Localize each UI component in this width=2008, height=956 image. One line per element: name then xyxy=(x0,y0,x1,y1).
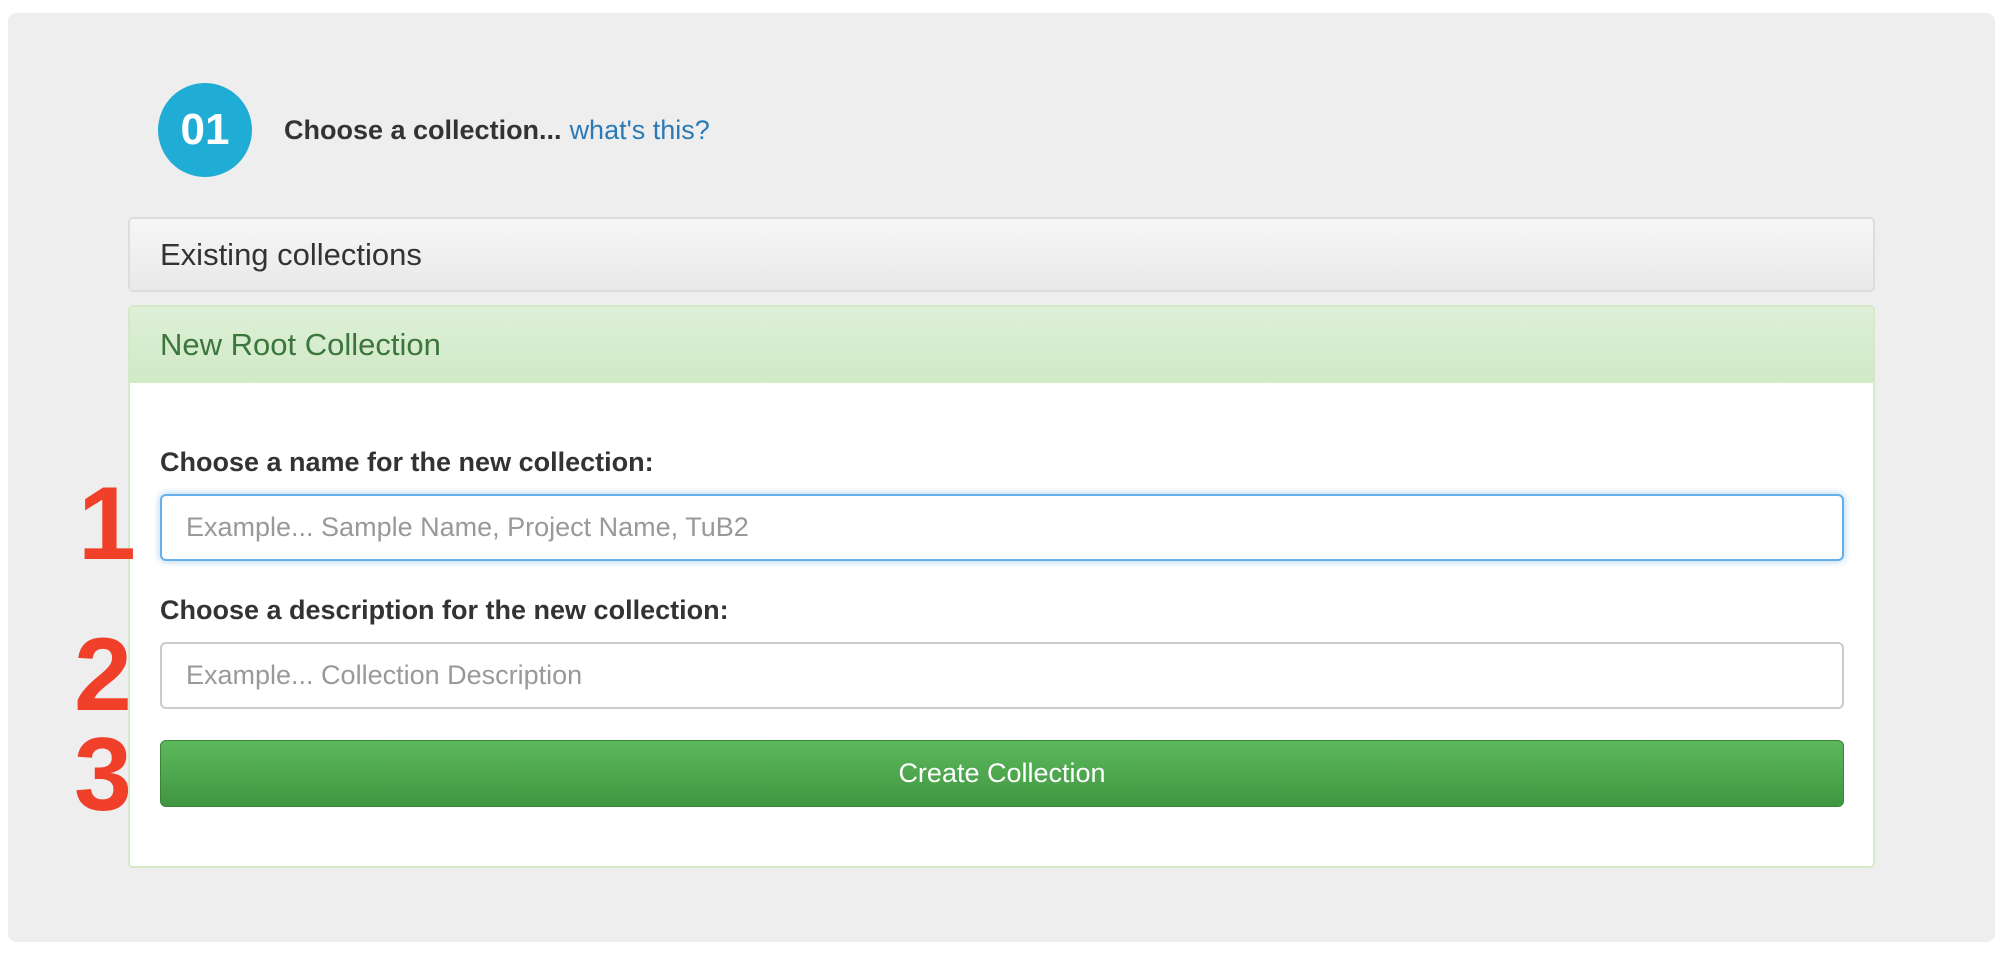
page: 01 Choose a collection... what's this? E… xyxy=(0,0,2008,956)
collection-description-label: Choose a description for the new collect… xyxy=(160,595,729,625)
new-root-collection-panel: New Root Collection Choose a name for th… xyxy=(128,305,1875,868)
new-root-collection-title: New Root Collection xyxy=(160,327,441,362)
existing-collections-title: Existing collections xyxy=(160,237,422,272)
whats-this-link[interactable]: what's this? xyxy=(570,115,710,146)
step-number-badge: 01 xyxy=(158,83,252,177)
step-header: 01 Choose a collection... what's this? xyxy=(158,83,710,177)
collection-description-input[interactable] xyxy=(160,642,1844,709)
new-root-collection-heading[interactable]: New Root Collection xyxy=(130,307,1873,383)
create-collection-button[interactable]: Create Collection xyxy=(160,740,1844,807)
existing-collections-panel[interactable]: Existing collections xyxy=(128,217,1875,292)
step-title: Choose a collection... xyxy=(284,114,562,145)
annotation-marker-2: 2 xyxy=(74,617,132,733)
collection-name-label: Choose a name for the new collection: xyxy=(160,447,654,477)
annotation-marker-1: 1 xyxy=(78,466,136,582)
collection-name-input[interactable] xyxy=(160,494,1844,561)
annotation-marker-3: 3 xyxy=(74,717,132,833)
